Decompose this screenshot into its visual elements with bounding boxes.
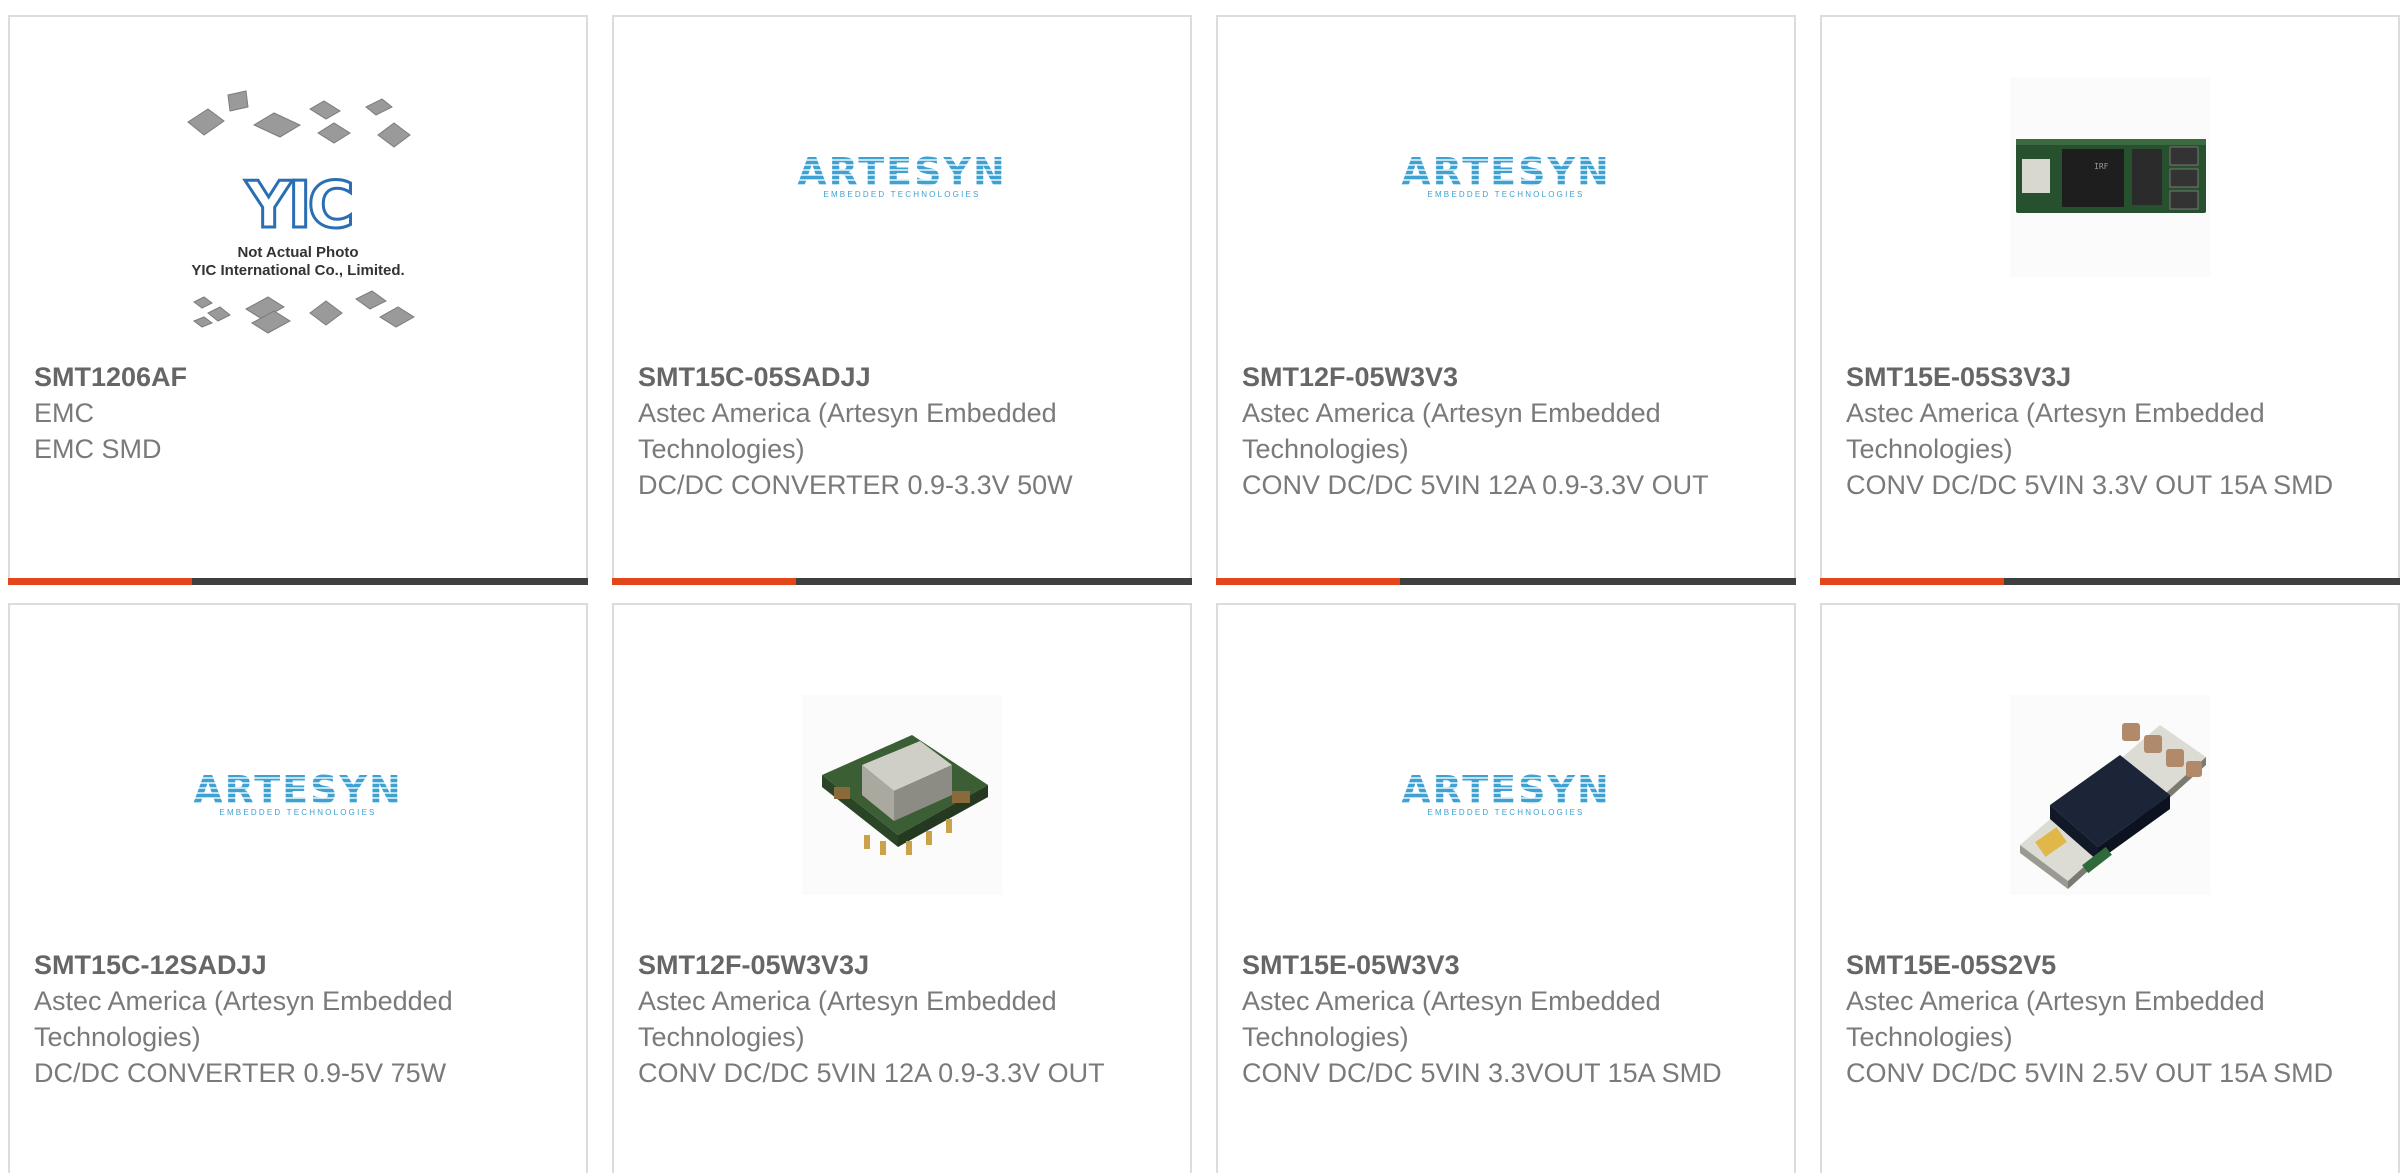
manufacturer: Astec America (Artesyn Embedded Technolo… [1242,398,1661,464]
description: CONV DC/DC 5VIN 3.3V OUT 15A SMD [1846,470,2334,500]
artesyn-logo-tagline: EMBEDDED TECHNOLOGIES [1427,190,1585,199]
manufacturer: Astec America (Artesyn Embedded Technolo… [1846,398,2265,464]
product-image[interactable]: YIC Not Actual Photo YIC International C… [10,47,586,367]
pcb-module-photo: IRF [2010,77,2210,277]
product-info: SMT12F-05W3V3 Astec America (Artesyn Emb… [1242,359,1774,503]
artesyn-logo: ARTESYN EMBEDDED TECHNOLOGIES [1401,768,1611,817]
product-info: SMT15C-05SADJJ Astec America (Artesyn Em… [638,359,1170,503]
product-info: SMT15E-05W3V3 Astec America (Artesyn Emb… [1242,947,1774,1091]
card-bottom-bar [1820,578,2400,585]
product-card[interactable]: ARTESYN EMBEDDED TECHNOLOGIES SMT15E-05W… [1216,603,1796,1173]
artesyn-logo-tagline: EMBEDDED TECHNOLOGIES [823,190,981,199]
product-info: SMT15E-05S3V3J Astec America (Artesyn Em… [1846,359,2378,503]
manufacturer: Astec America (Artesyn Embedded Technolo… [1846,986,2265,1052]
artesyn-logo-tagline: EMBEDDED TECHNOLOGIES [219,808,377,817]
description: CONV DC/DC 5VIN 12A 0.9-3.3V OUT [1242,470,1709,500]
artesyn-logo-tagline: EMBEDDED TECHNOLOGIES [1427,808,1585,817]
artesyn-logo: ARTESYN EMBEDDED TECHNOLOGIES [193,768,403,817]
description: CONV DC/DC 5VIN 12A 0.9-3.3V OUT [638,1058,1105,1088]
product-image[interactable]: IRF [1822,47,2398,367]
artesyn-logo-word: ARTESYN [1401,150,1611,194]
part-number[interactable]: SMT15C-12SADJJ [34,947,566,983]
not-actual-photo-image: YIC Not Actual Photo YIC International C… [187,90,415,334]
card-accent-bar [8,578,192,585]
part-number[interactable]: SMT15E-05S3V3J [1846,359,2378,395]
product-card[interactable]: IRF SMT15E-05S3V3J Astec America (Artesy… [1820,15,2400,585]
product-info: SMT1206AF EMC EMC SMD [34,359,566,467]
product-image[interactable] [1822,635,2398,955]
description: EMC SMD [34,434,162,464]
product-card[interactable]: SMT15E-05S2V5 Astec America (Artesyn Emb… [1820,603,2400,1173]
product-info: SMT15E-05S2V5 Astec America (Artesyn Emb… [1846,947,2378,1091]
card-accent-bar [1820,578,2004,585]
part-number[interactable]: SMT12F-05W3V3J [638,947,1170,983]
part-number[interactable]: SMT15E-05S2V5 [1846,947,2378,983]
description: CONV DC/DC 5VIN 3.3VOUT 15A SMD [1242,1058,1722,1088]
product-image[interactable]: ARTESYN EMBEDDED TECHNOLOGIES [1218,47,1794,367]
artesyn-logo-word: ARTESYN [193,768,403,812]
artesyn-logo-word: ARTESYN [797,150,1007,194]
card-bottom-bar [612,578,1192,585]
product-info: SMT15C-12SADJJ Astec America (Artesyn Em… [34,947,566,1091]
pcb-module-photo-2 [2010,695,2210,895]
product-card[interactable]: ARTESYN EMBEDDED TECHNOLOGIES SMT15C-05S… [612,15,1192,585]
product-image[interactable]: ARTESYN EMBEDDED TECHNOLOGIES [10,635,586,955]
manufacturer: Astec America (Artesyn Embedded Technolo… [638,986,1057,1052]
card-bottom-bar [1216,578,1796,585]
manufacturer: Astec America (Artesyn Embedded Technolo… [34,986,453,1052]
card-bottom-bar [8,578,588,585]
yic-logo-text: YIC [244,169,350,243]
image-caption-line-1: Not Actual Photo [237,244,358,261]
product-image[interactable]: ARTESYN EMBEDDED TECHNOLOGIES [614,47,1190,367]
artesyn-logo-word: ARTESYN [1401,768,1611,812]
product-card[interactable]: ARTESYN EMBEDDED TECHNOLOGIES SMT12F-05W… [1216,15,1796,585]
description: DC/DC CONVERTER 0.9-3.3V 50W [638,470,1073,500]
artesyn-logo: ARTESYN EMBEDDED TECHNOLOGIES [797,150,1007,199]
product-image[interactable] [614,635,1190,955]
product-card[interactable]: YIC Not Actual Photo YIC International C… [8,15,588,585]
card-accent-bar [612,578,796,585]
product-card[interactable]: SMT12F-05W3V3J Astec America (Artesyn Em… [612,603,1192,1173]
manufacturer: Astec America (Artesyn Embedded Technolo… [1242,986,1661,1052]
description: DC/DC CONVERTER 0.9-5V 75W [34,1058,447,1088]
product-image[interactable]: ARTESYN EMBEDDED TECHNOLOGIES [1218,635,1794,955]
part-number[interactable]: SMT12F-05W3V3 [1242,359,1774,395]
smd-module-photo [802,695,1002,895]
manufacturer: Astec America (Artesyn Embedded Technolo… [638,398,1057,464]
image-caption-line-2: YIC International Co., Limited. [191,262,404,279]
product-info: SMT12F-05W3V3J Astec America (Artesyn Em… [638,947,1170,1091]
artesyn-logo: ARTESYN EMBEDDED TECHNOLOGIES [1401,150,1611,199]
part-number[interactable]: SMT15E-05W3V3 [1242,947,1774,983]
product-grid: YIC Not Actual Photo YIC International C… [8,15,2400,1173]
product-card[interactable]: ARTESYN EMBEDDED TECHNOLOGIES SMT15C-12S… [8,603,588,1173]
card-accent-bar [1216,578,1400,585]
part-number[interactable]: SMT1206AF [34,359,566,395]
svg-text:IRF: IRF [2094,162,2109,171]
description: CONV DC/DC 5VIN 2.5V OUT 15A SMD [1846,1058,2334,1088]
part-number[interactable]: SMT15C-05SADJJ [638,359,1170,395]
manufacturer: EMC [34,398,94,428]
